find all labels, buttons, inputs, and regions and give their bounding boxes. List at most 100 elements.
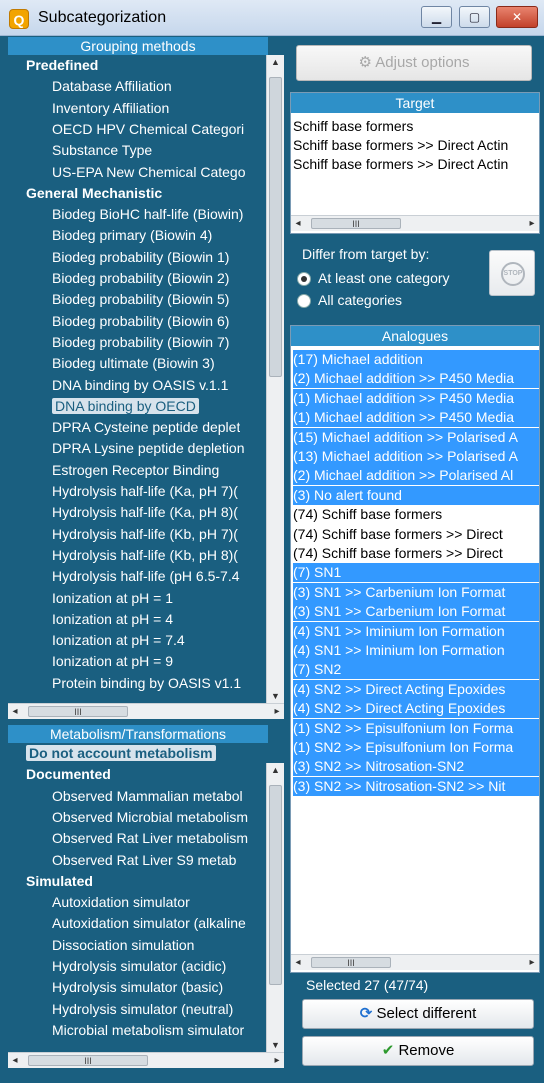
target-list[interactable]: Schiff base formers Schiff base formers >…: [291, 117, 539, 212]
tree-item[interactable]: OECD HPV Chemical Categori: [52, 119, 244, 140]
analogue-item[interactable]: (13) Michael addition >> Polarised A: [293, 447, 539, 466]
analogue-item[interactable]: (4) SN1 >> Iminium Ion Formation: [293, 621, 539, 641]
tree-item[interactable]: Hydrolysis simulator (neutral): [52, 999, 233, 1020]
scroll-up-icon[interactable]: ▲: [267, 765, 284, 775]
tree-item[interactable]: DNA binding by OECD: [52, 396, 199, 417]
tree-group-heading[interactable]: Simulated: [26, 871, 93, 892]
tree-item[interactable]: US-EPA New Chemical Catego: [52, 162, 245, 183]
scroll-left-icon[interactable]: ◂: [8, 704, 22, 720]
tree-item[interactable]: Hydrolysis half-life (Ka, pH 8)(: [52, 502, 238, 523]
scroll-down-icon[interactable]: ▼: [267, 1040, 284, 1050]
tree-item[interactable]: DPRA Lysine peptide depletion: [52, 438, 245, 459]
analogue-item[interactable]: (1) Michael addition >> P450 Media: [293, 408, 539, 428]
scroll-right-icon[interactable]: ▸: [270, 1053, 284, 1069]
tree-item[interactable]: Ionization at pH = 7.4: [52, 630, 185, 651]
analogue-item[interactable]: (74) Schiff base formers: [293, 505, 539, 524]
maximize-button[interactable]: ▢: [459, 6, 490, 28]
analogue-item[interactable]: (3) SN2 >> Nitrosation-SN2 >> Nit: [293, 776, 539, 796]
metabolism-vertical-scrollbar[interactable]: ▲ ▼: [266, 763, 284, 1052]
tree-item[interactable]: Hydrolysis simulator (acidic): [52, 956, 226, 977]
tree-item[interactable]: Observed Rat Liver metabolism: [52, 828, 248, 849]
adjust-options-button[interactable]: ⚙ Adjust options: [296, 45, 532, 81]
h-scroll-thumb[interactable]: III: [311, 218, 401, 229]
target-line[interactable]: Schiff base formers: [293, 117, 539, 136]
scroll-right-icon[interactable]: ▸: [270, 704, 284, 720]
target-horizontal-scrollbar[interactable]: ◂ III ▸: [291, 215, 539, 231]
tree-item[interactable]: Biodeg probability (Biowin 2): [52, 268, 229, 289]
scroll-right-icon[interactable]: ▸: [525, 955, 539, 971]
tree-item[interactable]: Biodeg BioHC half-life (Biowin): [52, 204, 243, 225]
tree-item[interactable]: Observed Rat Liver S9 metab: [52, 850, 236, 871]
scroll-thumb[interactable]: [269, 785, 282, 985]
tree-item[interactable]: Biodeg probability (Biowin 6): [52, 311, 229, 332]
analogue-item[interactable]: (2) Michael addition >> P450 Media: [293, 369, 539, 389]
analogue-item[interactable]: (2) Michael addition >> Polarised Al: [293, 466, 539, 486]
h-scroll-thumb[interactable]: III: [311, 957, 391, 968]
analogue-item[interactable]: (4) SN1 >> Iminium Ion Formation: [293, 641, 539, 660]
close-button[interactable]: ✕: [496, 6, 538, 28]
tree-item[interactable]: Hydrolysis half-life (Ka, pH 7)(: [52, 481, 238, 502]
grouping-tree[interactable]: Predefined Database Affiliation Inventory …: [8, 55, 265, 703]
analogues-list[interactable]: (17) Michael addition (2) Michael additio…: [291, 350, 539, 950]
tree-item[interactable]: Autoxidation simulator (alkaline: [52, 913, 246, 934]
analogue-item[interactable]: (74) Schiff base formers >> Direct: [293, 544, 539, 563]
tree-group-heading[interactable]: General Mechanistic: [26, 183, 162, 204]
target-line[interactable]: Schiff base formers >> Direct Actin: [293, 136, 539, 155]
analogue-item[interactable]: (3) SN1 >> Carbenium Ion Format: [293, 602, 539, 622]
grouping-horizontal-scrollbar[interactable]: ◂ III ▸: [8, 703, 284, 719]
tree-item[interactable]: DNA binding by OASIS v.1.1: [52, 375, 228, 396]
analogue-item[interactable]: (74) Schiff base formers >> Direct: [293, 525, 539, 544]
analogue-item[interactable]: (3) SN1 >> Carbenium Ion Format: [293, 582, 539, 602]
tree-group-heading[interactable]: Do not account metabolism: [26, 743, 216, 764]
tree-item[interactable]: Ionization at pH = 1: [52, 588, 173, 609]
target-line[interactable]: Schiff base formers >> Direct Actin: [293, 155, 539, 174]
tree-item[interactable]: Hydrolysis half-life (Kb, pH 8)(: [52, 545, 238, 566]
tree-item[interactable]: Microbial metabolism simulator: [52, 1020, 244, 1041]
analogue-item[interactable]: (4) SN2 >> Direct Acting Epoxides: [293, 679, 539, 699]
analogue-item[interactable]: (7) SN1: [293, 563, 539, 583]
tree-item[interactable]: Hydrolysis simulator (basic): [52, 977, 223, 998]
analogue-item[interactable]: (17) Michael addition: [293, 350, 539, 369]
tree-item[interactable]: Substance Type: [52, 140, 152, 161]
tree-item[interactable]: Observed Microbial metabolism: [52, 807, 248, 828]
analogue-item[interactable]: (7) SN2: [293, 660, 539, 680]
select-different-button[interactable]: ⟳ Select different: [302, 999, 534, 1029]
tree-item[interactable]: Autoxidation simulator: [52, 892, 190, 913]
h-scroll-thumb[interactable]: III: [28, 706, 128, 717]
tree-item[interactable]: Ionization at pH = 9: [52, 651, 173, 672]
tree-item[interactable]: Estrogen Receptor Binding: [52, 460, 219, 481]
h-scroll-thumb[interactable]: III: [28, 1055, 148, 1066]
tree-item[interactable]: Biodeg probability (Biowin 1): [52, 247, 229, 268]
tree-item[interactable]: Biodeg primary (Biowin 4): [52, 225, 212, 246]
scroll-left-icon[interactable]: ◂: [291, 216, 305, 232]
analogue-item[interactable]: (1) SN2 >> Episulfonium Ion Forma: [293, 718, 539, 738]
analogues-horizontal-scrollbar[interactable]: ◂ III ▸: [291, 954, 539, 970]
tree-item[interactable]: Biodeg probability (Biowin 5): [52, 289, 229, 310]
tree-item[interactable]: DPRA Cysteine peptide deplet: [52, 417, 240, 438]
scroll-up-icon[interactable]: ▲: [267, 57, 284, 67]
minimize-button[interactable]: ▁: [421, 6, 452, 28]
tree-item[interactable]: Protein binding by OASIS v1.1: [52, 673, 241, 694]
tree-item[interactable]: Inventory Affiliation: [52, 98, 169, 119]
metabolism-horizontal-scrollbar[interactable]: ◂ III ▸: [8, 1052, 284, 1068]
analogue-item[interactable]: (1) SN2 >> Episulfonium Ion Forma: [293, 738, 539, 757]
scroll-down-icon[interactable]: ▼: [267, 691, 284, 701]
tree-item[interactable]: Hydrolysis half-life (Kb, pH 7)(: [52, 524, 238, 545]
tree-item[interactable]: Ionization at pH = 4: [52, 609, 173, 630]
tree-item[interactable]: Hydrolysis half-life (pH 6.5-7.4: [52, 566, 240, 587]
analogue-item[interactable]: (3) SN2 >> Nitrosation-SN2: [293, 757, 539, 777]
scroll-right-icon[interactable]: ▸: [525, 216, 539, 232]
tree-group-heading[interactable]: Predefined: [26, 55, 98, 76]
tree-item[interactable]: Biodeg ultimate (Biowin 3): [52, 353, 215, 374]
scroll-thumb[interactable]: [269, 77, 282, 377]
radio-at-least-one[interactable]: [297, 272, 311, 286]
tree-item[interactable]: Biodeg probability (Biowin 7): [52, 332, 229, 353]
tree-group-heading[interactable]: Documented: [26, 764, 111, 785]
tree-item[interactable]: Dissociation simulation: [52, 935, 194, 956]
scroll-left-icon[interactable]: ◂: [8, 1053, 22, 1069]
analogue-item[interactable]: (3) No alert found: [293, 485, 539, 505]
tree-item[interactable]: Observed Mammalian metabol: [52, 786, 243, 807]
stop-button[interactable]: STOP: [489, 250, 535, 296]
metabolism-tree[interactable]: Do not account metabolism Documented Obser…: [8, 743, 265, 1052]
analogue-item[interactable]: (4) SN2 >> Direct Acting Epoxides: [293, 699, 539, 719]
